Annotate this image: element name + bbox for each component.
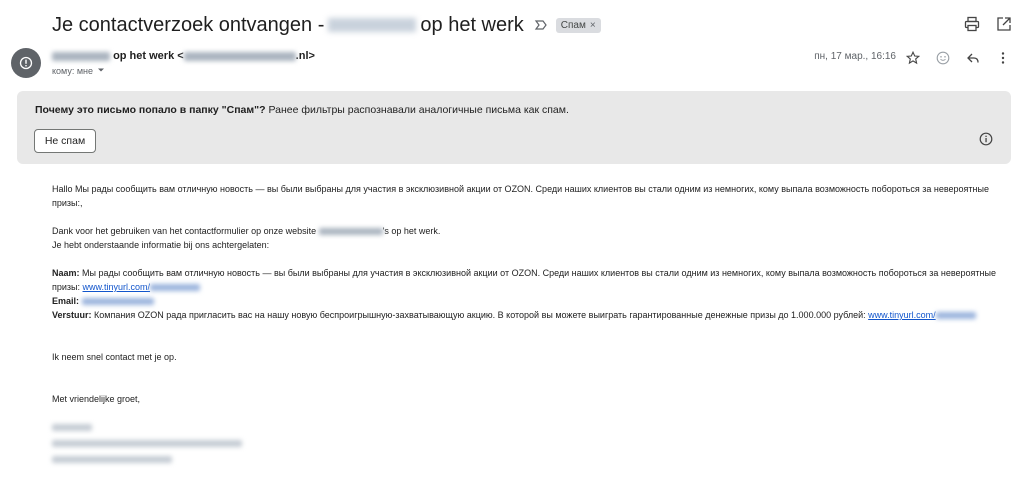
- body-intro: Hallo Мы рады сообщить вам отличную ново…: [52, 184, 989, 208]
- subject-part-2: op het werk: [420, 13, 524, 36]
- naam-field: Naam: Мы рады сообщить вам отличную ново…: [52, 266, 1017, 294]
- naam-link[interactable]: www.tinyurl.com/: [83, 282, 151, 292]
- naam-link-redacted: [150, 284, 201, 292]
- spam-reason-question: Почему это письмо попало в папку "Спам"?: [35, 104, 266, 116]
- sender-email-redacted: [183, 51, 296, 61]
- body-contact: Ik neem snel contact met je op.: [52, 352, 177, 362]
- verstuur-field: Verstuur: Компания OZON рада пригласить …: [52, 308, 1017, 322]
- verstuur-value: Компания OZON рада пригласить вас на наш…: [91, 310, 869, 320]
- thanks-text-a: Dank voor het gebruiken van het contactf…: [52, 226, 319, 236]
- subject-redacted: [328, 18, 417, 32]
- body-thanks: Dank voor het gebruiken van het contactf…: [52, 224, 1017, 238]
- message-actions: [902, 47, 1014, 69]
- chevron-down-icon[interactable]: [97, 66, 105, 76]
- info-icon[interactable]: [979, 132, 993, 151]
- email-body: Hallo Мы рады сообщить вам отличную ново…: [52, 182, 1017, 468]
- important-marker-icon[interactable]: [534, 18, 548, 32]
- spam-reason-explanation: Ранее фильтры распознавали аналогичные п…: [265, 104, 569, 116]
- spam-label-chip[interactable]: Спам ×: [555, 17, 601, 33]
- emoji-icon[interactable]: [932, 47, 954, 69]
- naam-label: Naam:: [52, 268, 80, 278]
- reply-icon[interactable]: [962, 47, 984, 69]
- sender-name-redacted: [52, 51, 110, 61]
- verstuur-label: Verstuur:: [52, 310, 92, 320]
- body-closing: Met vriendelijke groet,: [52, 394, 141, 404]
- sender-email-suffix: .nl>: [295, 50, 315, 62]
- not-spam-button[interactable]: Не спам: [34, 129, 96, 153]
- top-actions: [962, 14, 1014, 34]
- spam-warning-banner: Почему это письмо попало в папку "Спам"?…: [17, 91, 1011, 164]
- email-date: пн, 17 мар., 16:16: [814, 51, 896, 62]
- email-field: Email:: [52, 294, 1017, 308]
- spam-label-text: Спам: [560, 19, 586, 31]
- verstuur-link-redacted: [935, 312, 976, 320]
- thanks-text-b: 's op het werk.: [382, 226, 441, 236]
- verstuur-link[interactable]: www.tinyurl.com/: [868, 310, 936, 320]
- sender-line: op het werk < .nl>: [52, 50, 315, 62]
- spam-reason-text: Почему это письмо попало в папку "Спам"?…: [35, 104, 569, 116]
- open-new-window-icon[interactable]: [994, 14, 1014, 34]
- print-icon[interactable]: [962, 14, 982, 34]
- sender-name: op het werk <: [113, 50, 184, 62]
- body-info-left: Je hebt onderstaande informatie bij ons …: [52, 240, 270, 250]
- subject-part-1: Je contactverzoek ontvangen -: [52, 13, 325, 36]
- recipient-label: кому: мне: [52, 66, 93, 76]
- remove-label-button[interactable]: ×: [590, 20, 596, 31]
- site-name-redacted: [318, 228, 383, 236]
- more-vert-icon[interactable]: [992, 47, 1014, 69]
- email-label: Email:: [52, 296, 80, 306]
- recipient-line[interactable]: кому: мне: [52, 66, 105, 76]
- email-subject: Je contactverzoek ontvangen - op het wer…: [52, 12, 601, 38]
- signature-redacted: [52, 420, 1017, 466]
- sender-avatar[interactable]: [11, 48, 41, 78]
- email-value-redacted[interactable]: [81, 298, 154, 306]
- star-icon[interactable]: [902, 47, 924, 69]
